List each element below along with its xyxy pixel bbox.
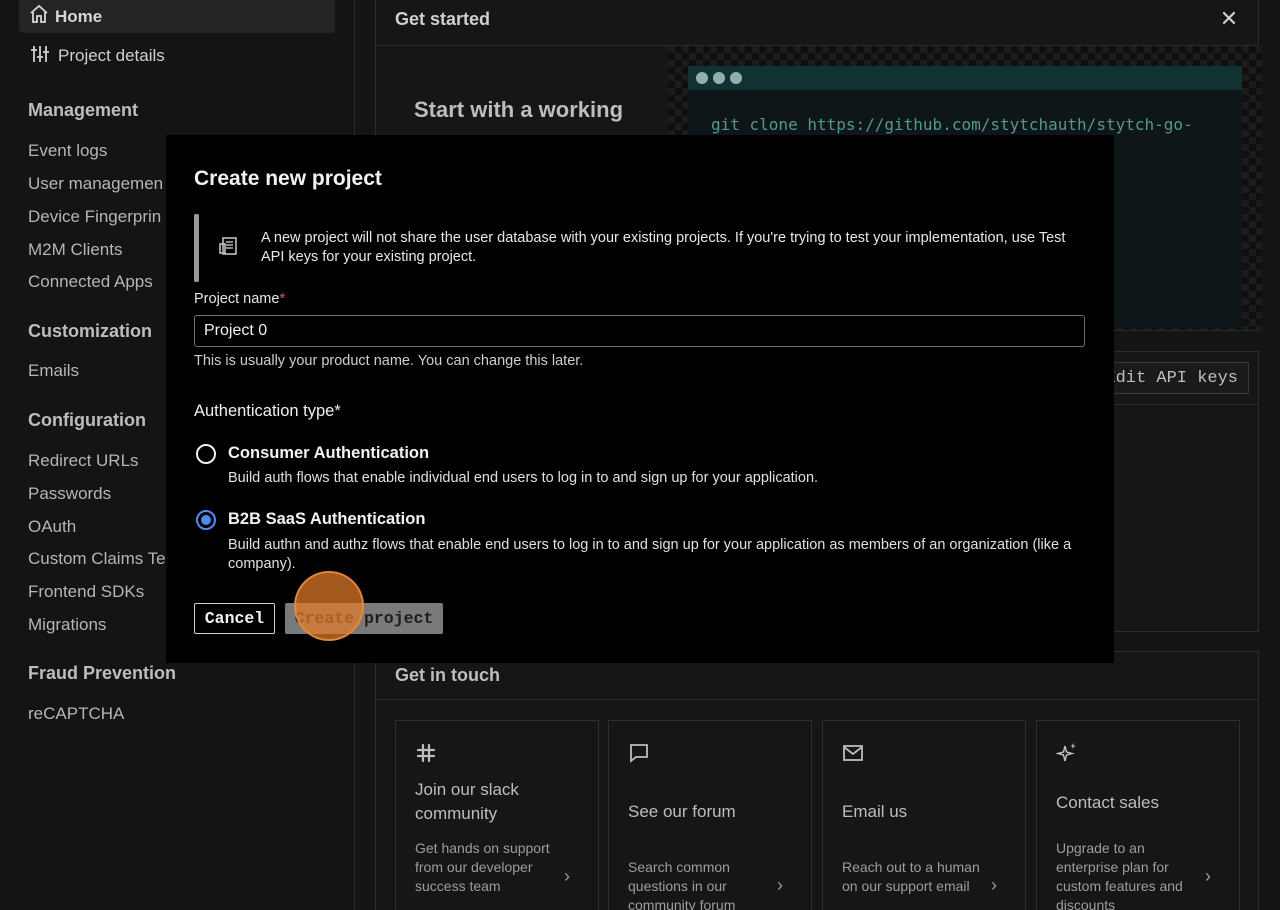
info-callout: A new project will not share the user da…: [194, 214, 1074, 282]
slack-icon: [415, 742, 437, 764]
chevron-right-icon: ›: [991, 875, 997, 895]
create-project-modal: Create new project A new project will no…: [166, 135, 1114, 663]
sidebar-item-m2m-clients[interactable]: M2M Clients: [28, 240, 122, 260]
card-desc: Upgrade to an enterprise plan for custom…: [1056, 840, 1183, 910]
card-title: Email us: [842, 802, 908, 821]
card-desc: Get hands on support from our developer …: [415, 840, 550, 894]
radio-b2b[interactable]: [196, 510, 216, 530]
sidebar-item-custom-claims[interactable]: Custom Claims Te: [28, 549, 166, 569]
sliders-icon: [30, 44, 50, 69]
terminal-titlebar: [688, 66, 1242, 90]
card-desc: Reach out to a human on our support emai…: [842, 859, 980, 894]
radio-consumer[interactable]: [196, 444, 216, 464]
chevron-right-icon: ›: [777, 875, 783, 895]
edit-api-keys-button[interactable]: Edit API keys: [1100, 362, 1249, 394]
label-text: Project name: [194, 291, 280, 307]
section-configuration: Configuration: [28, 410, 146, 430]
sidebar-item-oauth[interactable]: OAuth: [28, 517, 76, 537]
sidebar-item-device-fingerprinting[interactable]: Device Fingerprin: [28, 207, 161, 227]
card-title: Contact sales: [1056, 793, 1159, 812]
callout-text: A new project will not share the user da…: [261, 230, 1066, 265]
option-title-b2b[interactable]: B2B SaaS Authentication: [228, 510, 425, 529]
code-line[interactable]: git clone https://github.com/stytchauth/…: [711, 115, 1193, 134]
sidebar-item-redirect-urls[interactable]: Redirect URLs: [28, 451, 139, 471]
window-dot-icon: [696, 72, 708, 84]
section-management: Management: [28, 100, 139, 120]
get-started-title: Get started: [395, 9, 491, 29]
divider: [376, 699, 1258, 700]
sidebar-item-label: Project details: [58, 46, 165, 65]
section-customization: Customization: [28, 321, 152, 341]
project-name-input[interactable]: [194, 315, 1085, 347]
option-title-consumer[interactable]: Consumer Authentication: [228, 444, 429, 463]
get-in-touch-title: Get in touch: [395, 665, 500, 685]
window-dot-icon: [713, 72, 725, 84]
card-title: See our forum: [628, 802, 736, 821]
home-icon: [29, 4, 49, 29]
project-name-help: This is usually your product name. You c…: [194, 353, 584, 369]
document-icon: [219, 236, 239, 258]
section-fraud-prevention: Fraud Prevention: [28, 663, 177, 683]
chevron-right-icon: ›: [564, 866, 570, 886]
card-forum[interactable]: See our forum Search common questions in…: [608, 720, 812, 910]
option-desc-b2b: Build authn and authz flows that enable …: [228, 537, 1072, 572]
email-icon: [842, 742, 864, 764]
sidebar-item-emails[interactable]: Emails: [28, 361, 79, 381]
create-project-button[interactable]: Create project: [285, 603, 443, 634]
card-desc: Search common questions in our community…: [628, 859, 736, 910]
project-name-label: Project name*: [194, 291, 285, 307]
card-slack[interactable]: Join our slack community Get hands on su…: [395, 720, 599, 910]
sidebar-item-frontend-sdks[interactable]: Frontend SDKs: [28, 582, 144, 602]
sidebar-item-connected-apps[interactable]: Connected Apps: [28, 272, 153, 292]
card-sales[interactable]: Contact sales Upgrade to an enterprise p…: [1036, 720, 1240, 910]
sidebar-item-project-details[interactable]: Project details: [30, 43, 165, 69]
sidebar-item-label: Home: [55, 6, 103, 26]
callout-bar: [194, 214, 199, 282]
sidebar-item-event-logs[interactable]: Event logs: [28, 141, 107, 161]
card-title: Join our slack community: [415, 780, 519, 823]
sparkle-icon: [1055, 742, 1078, 764]
sidebar-item-passwords[interactable]: Passwords: [28, 484, 111, 504]
sidebar-item-migrations[interactable]: Migrations: [28, 615, 106, 635]
auth-type-label: Authentication type*: [194, 402, 341, 420]
option-desc-consumer: Build auth flows that enable individual …: [228, 470, 819, 486]
cancel-button[interactable]: Cancel: [194, 603, 275, 634]
window-dot-icon: [730, 72, 742, 84]
start-heading: Start with a working: [414, 97, 624, 122]
required-mark: *: [279, 291, 286, 307]
sidebar-item-recaptcha[interactable]: reCAPTCHA: [28, 704, 124, 724]
modal-title: Create new project: [194, 167, 382, 190]
chevron-right-icon: ›: [1205, 866, 1211, 886]
close-icon[interactable]: ✕: [1219, 8, 1239, 30]
forum-icon: [628, 742, 650, 764]
sidebar-item-home[interactable]: Home: [19, 0, 335, 33]
sidebar-item-user-management[interactable]: User managemen: [28, 174, 163, 194]
card-email[interactable]: Email us Reach out to a human on our sup…: [822, 720, 1026, 910]
